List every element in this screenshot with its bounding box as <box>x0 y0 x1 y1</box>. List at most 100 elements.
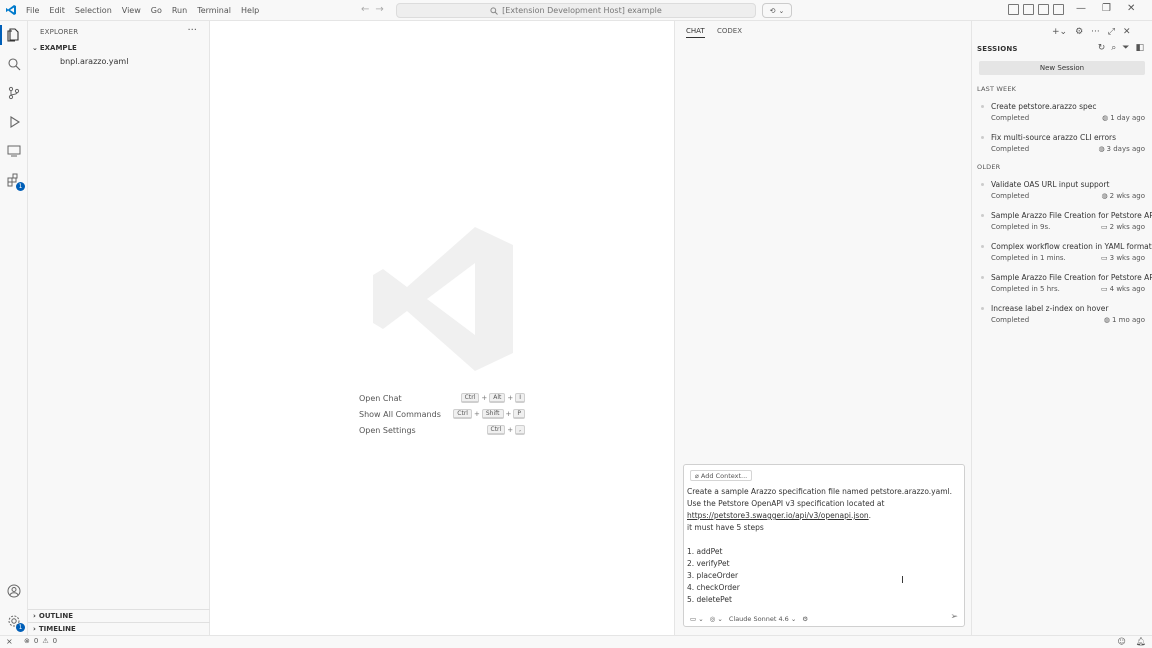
account-icon[interactable] <box>6 583 22 599</box>
minimize-icon[interactable]: — <box>1076 3 1086 14</box>
shortcut-keys: Ctrl + Alt + I <box>457 393 525 403</box>
more-icon[interactable]: ··· <box>1091 27 1100 37</box>
chat-mode-picker[interactable]: ▭ ⌄ <box>690 615 704 623</box>
menu-selection[interactable]: Selection <box>75 6 112 15</box>
search-icon[interactable] <box>6 56 22 72</box>
source-control-icon[interactable] <box>6 85 22 101</box>
tools-picker[interactable]: ◎ ⌄ <box>710 615 723 623</box>
toggle-view-icon[interactable]: ◧ <box>1135 43 1144 53</box>
session-item[interactable]: Increase label z-index on hover Complete… <box>979 304 1145 330</box>
vscode-logo-icon <box>6 5 16 15</box>
remote-indicator-icon[interactable]: ⨯ <box>6 637 13 646</box>
menu-view[interactable]: View <box>122 6 141 15</box>
menu-file[interactable]: File <box>26 6 39 15</box>
tab-chat[interactable]: CHAT <box>686 27 705 38</box>
model-picker[interactable]: Claude Sonnet 4.6 ⌄ <box>729 615 796 623</box>
explorer-sidebar: EXPLORER ··· ⌄ EXAMPLE bnpl.arazzo.yaml … <box>28 21 210 635</box>
key: , <box>515 425 525 435</box>
more-actions-icon[interactable]: ··· <box>187 25 197 36</box>
menu-edit[interactable]: Edit <box>49 6 65 15</box>
manage-gear-icon[interactable]: 1 <box>6 613 25 632</box>
maximize-icon[interactable]: ⤢ <box>1108 27 1115 37</box>
sessions-panel: +⌄ ⚙ ··· ⤢ ✕ SESSIONS ↻ ⌕ ⏷ ◧ New Sessio… <box>972 21 1152 635</box>
shortcut-row[interactable]: Open Settings Ctrl + , <box>359 422 525 438</box>
file-item[interactable]: bnpl.arazzo.yaml <box>60 57 128 66</box>
back-arrow-icon[interactable]: ← <box>361 4 369 15</box>
chat-prompt-text[interactable]: Create a sample Arazzo specification fil… <box>687 486 957 606</box>
new-chat-icon[interactable]: +⌄ <box>1052 27 1067 37</box>
shortcut-row[interactable]: Open Chat Ctrl + Alt + I <box>359 390 525 406</box>
configure-tools-icon[interactable]: ⚙ <box>802 615 808 623</box>
session-item[interactable]: Complex workflow creation in YAML format… <box>979 242 1152 268</box>
session-item[interactable]: Sample Arazzo File Creation for Petstore… <box>979 211 1152 237</box>
refresh-icon[interactable]: ↻ <box>1098 43 1106 53</box>
workspace-folder-header[interactable]: ⌄ EXAMPLE <box>32 44 77 52</box>
chat-input-box[interactable]: ⌀ Add Context... Create a sample Arazzo … <box>683 464 965 627</box>
search-icon <box>490 6 499 15</box>
search-icon[interactable]: ⌕ <box>1111 43 1116 53</box>
shortcut-keys: Ctrl + Shift + P <box>453 409 525 419</box>
remote-explorer-icon[interactable] <box>6 143 22 159</box>
model-label: Claude Sonnet 4.6 <box>728 614 789 623</box>
sessions-actions: ↻ ⌕ ⏷ ◧ <box>1098 43 1144 53</box>
toggle-secondary-sidebar-icon[interactable] <box>1053 4 1064 15</box>
attach-icon: ⌀ <box>695 471 699 480</box>
restore-icon[interactable]: ❐ <box>1102 3 1111 14</box>
settings-icon[interactable]: ⚙ <box>1075 27 1083 37</box>
key: Alt <box>489 393 506 403</box>
monitor-icon: ▭ <box>1101 285 1108 293</box>
editor-shortcuts: Open Chat Ctrl + Alt + I Show All Commands… <box>359 390 525 438</box>
notifications-bell-icon[interactable]: 🔔︎ <box>1136 637 1146 646</box>
session-item[interactable]: Create petstore.arazzo spec Completed ◍ 1… <box>979 102 1145 128</box>
copilot-menu-button[interactable]: ⟲ ⌄ <box>762 3 792 18</box>
outline-section[interactable]: › OUTLINE <box>28 609 210 622</box>
globe-icon: ◍ <box>1103 316 1110 324</box>
copilot-status-icon[interactable]: ☺ <box>1118 637 1126 646</box>
prompt-step: 4. checkOrder <box>687 583 740 592</box>
tab-codex[interactable]: CODEX <box>717 27 742 37</box>
filter-icon[interactable]: ⏷ <box>1122 43 1129 53</box>
menu-help[interactable]: Help <box>241 6 259 15</box>
session-time: ◍ 1 mo ago <box>1103 316 1145 324</box>
extensions-icon[interactable]: 1 <box>6 172 25 191</box>
session-item[interactable]: Fix multi-source arazzo CLI errors Compl… <box>979 133 1145 159</box>
shortcut-label: Open Chat <box>359 393 402 403</box>
session-item[interactable]: Sample Arazzo File Creation for Petstore… <box>979 273 1152 299</box>
chat-panel: CHAT CODEX ⌀ Add Context... Create a sam… <box>674 21 972 635</box>
monitor-icon: ▭ <box>1101 254 1108 262</box>
toggle-primary-sidebar-icon[interactable] <box>1008 4 1019 15</box>
send-icon[interactable]: ➢ <box>950 612 958 622</box>
outline-label: OUTLINE <box>38 612 74 620</box>
close-panel-icon[interactable]: ✕ <box>1123 27 1131 37</box>
toggle-editor-layout-icon[interactable] <box>1038 4 1049 15</box>
prompt-link[interactable]: https://petstore3.swagger.io/api/v3/open… <box>687 511 869 520</box>
close-window-icon[interactable]: ✕ <box>1127 3 1135 14</box>
vscode-watermark-icon <box>373 227 513 371</box>
toggle-panel-icon[interactable] <box>1023 4 1034 15</box>
session-name: Create petstore.arazzo spec <box>991 102 1097 111</box>
add-context-button[interactable]: ⌀ Add Context... <box>690 470 753 481</box>
new-session-button[interactable]: New Session <box>979 61 1145 75</box>
shortcut-row[interactable]: Show All Commands Ctrl + Shift + P <box>359 406 525 422</box>
command-center-label: [Extension Development Host] example <box>502 6 662 15</box>
prompt-step: 3. placeOrder <box>687 571 739 580</box>
explorer-icon[interactable] <box>6 27 22 43</box>
problems-indicator[interactable]: ⊗ 0 ⚠ 0 <box>24 637 57 645</box>
session-item[interactable]: Validate OAS URL input support Completed… <box>979 180 1145 206</box>
text-cursor-icon: I <box>901 575 904 586</box>
command-center[interactable]: [Extension Development Host] example <box>396 3 756 18</box>
monitor-icon: ▭ <box>1101 223 1108 231</box>
timeline-section[interactable]: › TIMELINE <box>28 622 210 635</box>
menu-terminal[interactable]: Terminal <box>197 6 231 15</box>
prompt-step: 5. deletePet <box>687 595 732 604</box>
run-debug-icon[interactable] <box>6 114 22 130</box>
menu-run[interactable]: Run <box>172 6 187 15</box>
status-right: ☺ 🔔︎ <box>1118 637 1147 646</box>
warning-icon: ⚠ <box>42 637 49 645</box>
session-name: Validate OAS URL input support <box>991 180 1110 189</box>
forward-arrow-icon[interactable]: → <box>375 4 383 15</box>
session-name: Fix multi-source arazzo CLI errors <box>991 133 1117 142</box>
prompt-line: Create a sample Arazzo specification fil… <box>687 487 952 508</box>
menu-go[interactable]: Go <box>151 6 162 15</box>
session-dot-icon <box>981 214 984 217</box>
